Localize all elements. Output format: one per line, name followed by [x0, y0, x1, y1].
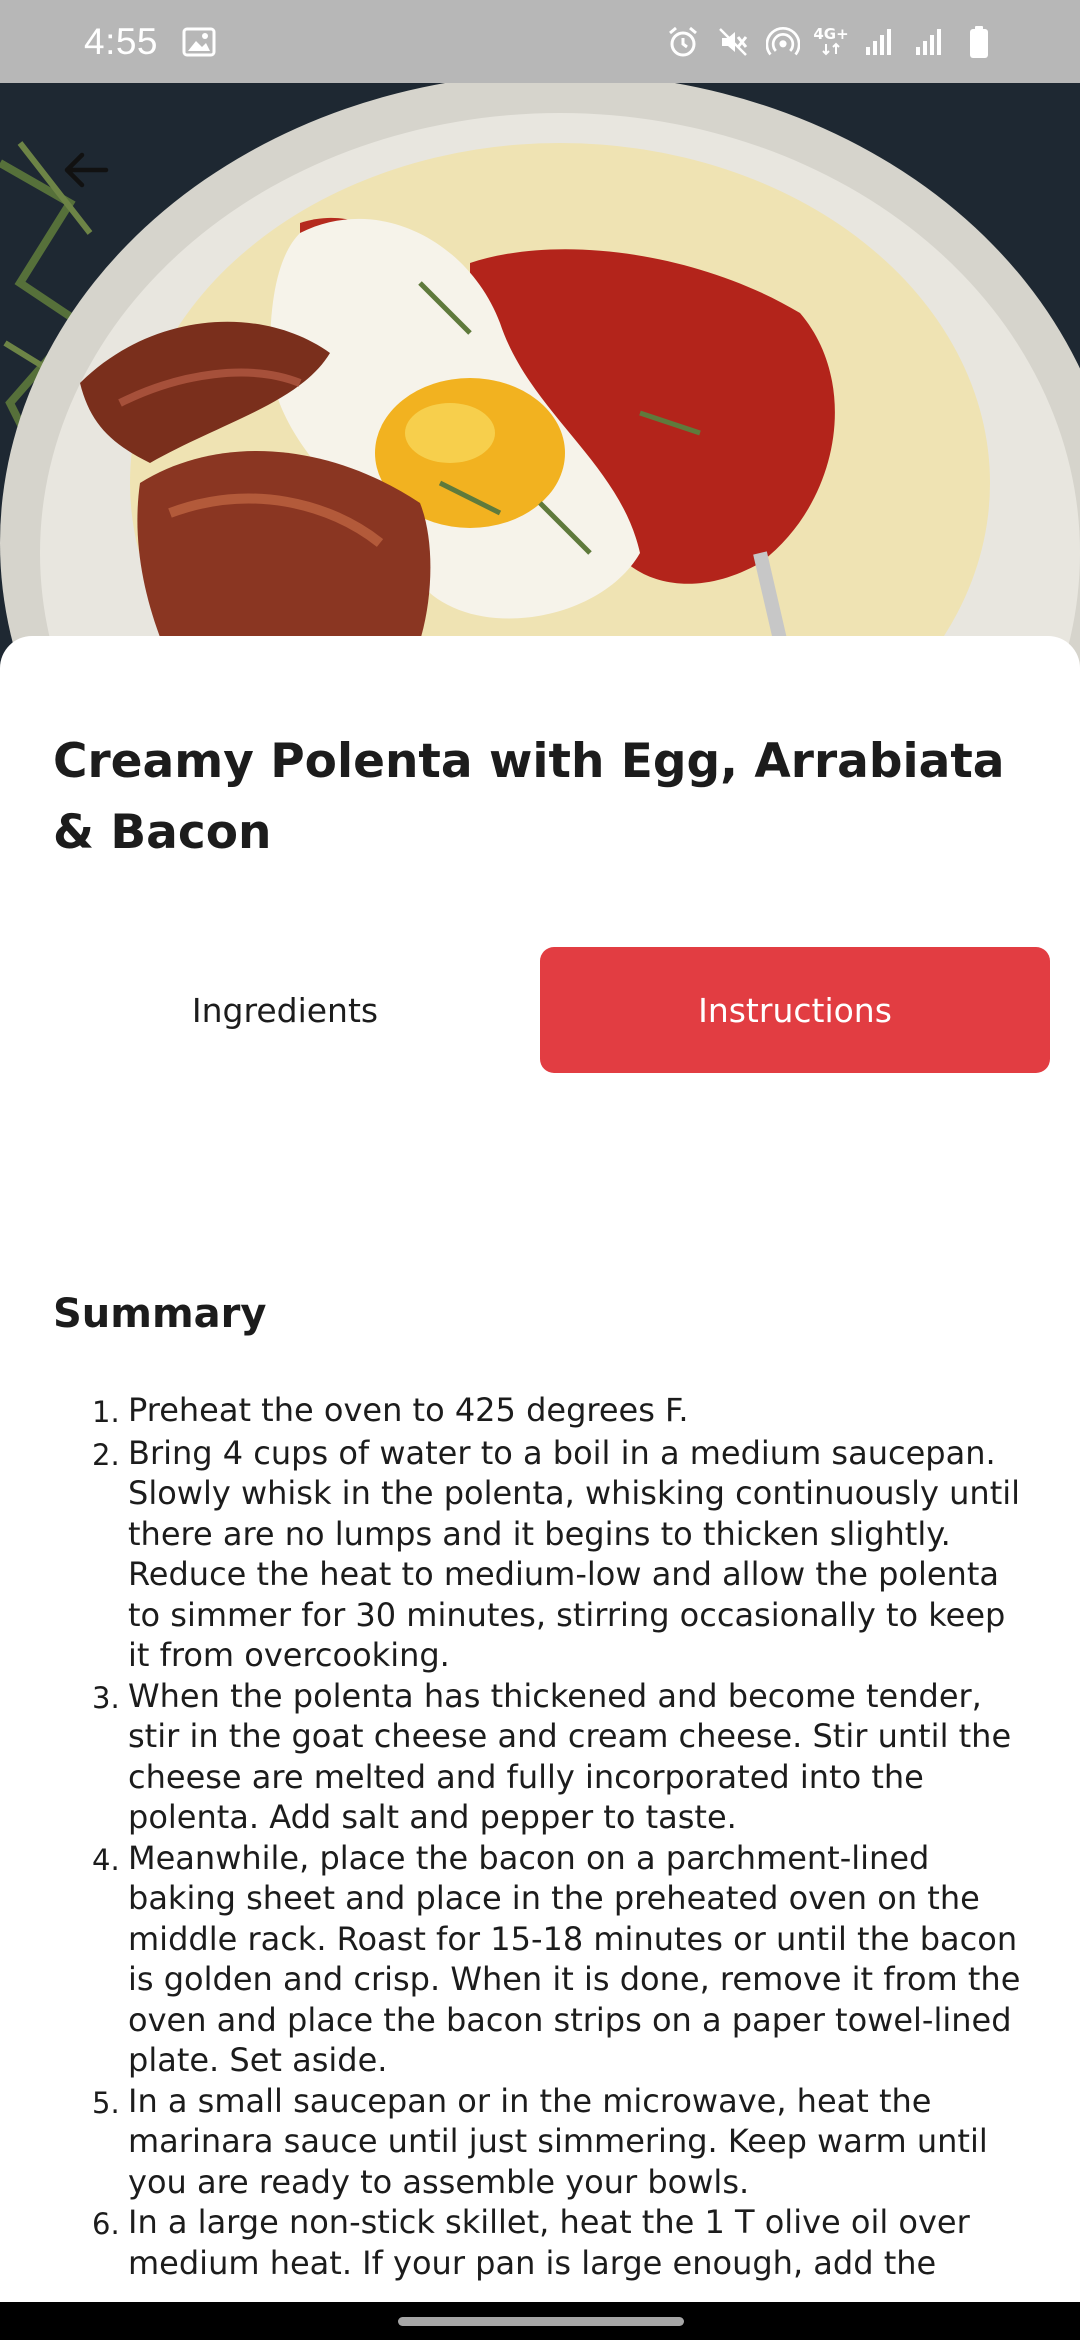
- signal-icon: [912, 25, 946, 59]
- step-number: 3.: [92, 1680, 120, 1715]
- list-item: 6. In a large non-stick skillet, heat th…: [92, 2202, 1022, 2283]
- status-bar: 4:55 4G+: [0, 0, 1080, 83]
- hotspot-icon: [766, 25, 800, 59]
- list-item: 2. Bring 4 cups of water to a boil in a …: [92, 1433, 1022, 1676]
- tab-instructions[interactable]: Instructions: [540, 947, 1050, 1073]
- step-number: 5.: [92, 2085, 120, 2120]
- battery-icon: [962, 25, 996, 59]
- mute-icon: [716, 25, 750, 59]
- network-type-icon: 4G+: [813, 25, 849, 59]
- navigation-bar: [0, 2302, 1080, 2340]
- status-right: 4G+: [666, 25, 996, 59]
- tab-ingredients[interactable]: Ingredients: [30, 947, 540, 1073]
- step-text: In a large non-stick skillet, heat the 1…: [128, 2203, 970, 2282]
- status-left: 4:55: [84, 21, 216, 63]
- recipe-tabs: Ingredients Instructions: [30, 947, 1050, 1073]
- signal-icon: [862, 25, 896, 59]
- back-button[interactable]: [48, 132, 124, 208]
- list-item: 1. Preheat the oven to 425 degrees F.: [92, 1390, 1022, 1433]
- status-time: 4:55: [84, 20, 159, 62]
- recipe-title: Creamy Polenta with Egg, Arrabiata & Bac…: [53, 734, 1005, 860]
- step-text: In a small saucepan or in the microwave,…: [128, 2081, 988, 2201]
- step-number: 6.: [92, 2207, 120, 2241]
- home-gesture-handle[interactable]: [398, 2317, 684, 2326]
- step-text: When the polenta has thickened and becom…: [128, 1676, 1012, 1837]
- summary-heading: Summary: [53, 1291, 267, 1337]
- recipe-hero-image: [0, 83, 1080, 683]
- step-text: Meanwhile, place the bacon on a parchmen…: [128, 1838, 1021, 2080]
- alarm-icon: [666, 25, 700, 59]
- network-label: 4G+: [813, 25, 849, 43]
- step-number: 1.: [92, 1395, 120, 1429]
- image-icon: [182, 25, 216, 59]
- arrow-back-icon: [64, 152, 109, 188]
- recipe-photo: [0, 83, 1080, 683]
- step-number: 4.: [92, 1842, 120, 1877]
- list-item: 4. Meanwhile, place the bacon on a parch…: [92, 1838, 1022, 2081]
- step-text: Preheat the oven to 425 degrees F.: [128, 1391, 689, 1429]
- step-number: 2.: [92, 1437, 120, 1472]
- step-text: Bring 4 cups of water to a boil in a med…: [128, 1433, 1021, 1675]
- list-item: 3. When the polenta has thickened and be…: [92, 1676, 1022, 1838]
- recipe-detail-sheet: Creamy Polenta with Egg, Arrabiata & Bac…: [0, 636, 1080, 2302]
- list-item: 5. In a small saucepan or in the microwa…: [92, 2081, 1022, 2203]
- instructions-list: 1. Preheat the oven to 425 degrees F. 2.…: [92, 1390, 1022, 2283]
